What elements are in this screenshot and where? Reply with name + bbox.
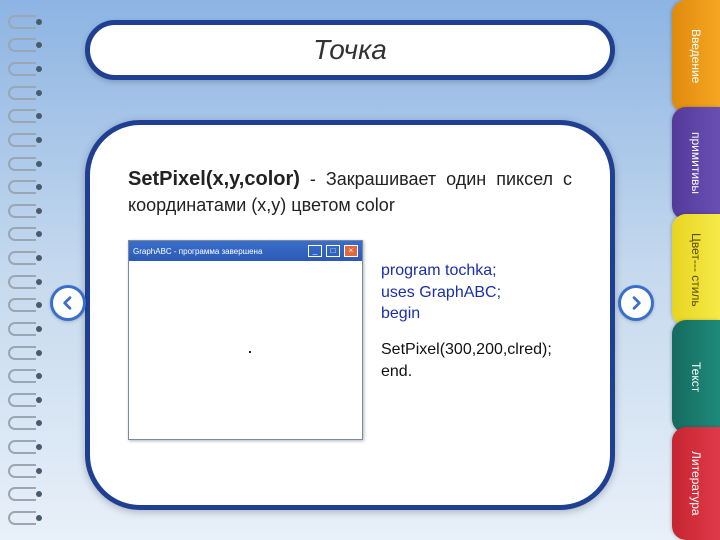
page-title-container: Точка [85,20,615,80]
window-title: GraphABC - программа завершена [133,247,304,256]
tab-color-style[interactable]: Цвет--- стиль [672,214,720,327]
pixel-dot [249,351,251,353]
next-button[interactable] [618,285,654,321]
content-card: SetPixel(x,y,color) - Закрашивает один п… [85,120,615,510]
code-line: end. [381,361,552,383]
tab-label: Введение [689,29,703,83]
page-title: Точка [313,34,387,66]
tab-label: примитивы [689,132,703,194]
function-name: SetPixel(x,y,color) [128,168,300,190]
maximize-icon: □ [326,245,340,257]
code-line: uses GraphABC; [381,282,552,304]
close-icon: × [344,245,358,257]
spiral-binding [8,10,48,530]
tab-primitives[interactable]: примитивы [672,107,720,220]
tab-literature[interactable]: Литература [672,427,720,540]
chevron-right-icon [628,295,644,311]
code-line: begin [381,303,552,325]
code-line: program tochka; [381,260,552,282]
tab-label: Литература [689,451,703,516]
tab-intro[interactable]: Введение [672,0,720,113]
minimize-icon: _ [308,245,322,257]
prev-button[interactable] [50,285,86,321]
code-line: SetPixel(300,200,clred); [381,339,552,361]
chevron-left-icon [60,295,76,311]
tab-label: Текст [689,362,703,392]
tab-label: Цвет--- стиль [689,233,703,307]
program-screenshot: GraphABC - программа завершена _ □ × [128,240,363,440]
side-tabs: Введение примитивы Цвет--- стиль Текст Л… [672,0,720,540]
window-body [129,261,362,439]
tab-text[interactable]: Текст [672,320,720,433]
function-description: SetPixel(x,y,color) - Закрашивает один п… [128,165,572,218]
code-sample: program tochka; uses GraphABC; begin Set… [381,240,552,440]
window-titlebar: GraphABC - программа завершена _ □ × [129,241,362,261]
